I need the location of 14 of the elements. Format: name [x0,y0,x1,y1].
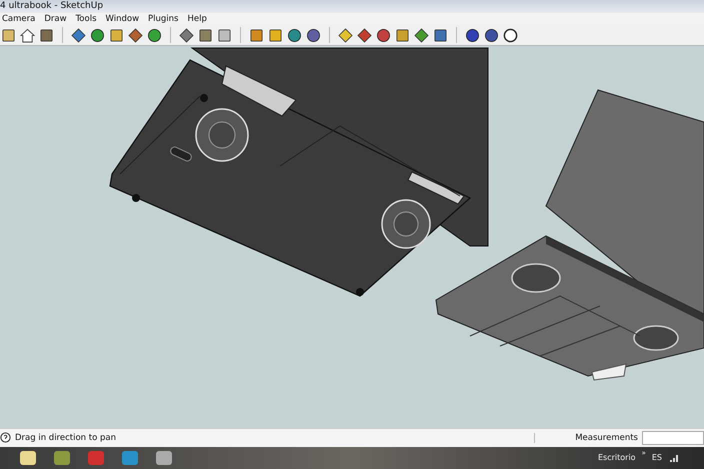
house-icon[interactable] [20,28,35,43]
menu-item[interactable]: Help [187,14,207,24]
menu-item[interactable]: Tools [76,14,97,24]
measurements-field[interactable] [642,430,704,445]
desktop-toolbar-label[interactable]: Escritorio [598,453,636,462]
measurements-label: Measurements [534,432,638,443]
menu-item[interactable]: Plugins [148,14,178,24]
window-title: 4 ultrabook - SketchUp [0,1,104,12]
menu-item[interactable]: Window [106,14,140,24]
menu-item[interactable]: Draw [44,14,67,24]
status-hint: Drag in direction to pan [15,432,116,443]
language-indicator[interactable]: ES [652,453,662,462]
menu-item[interactable]: Camera [2,14,36,24]
viewport[interactable] [0,46,704,428]
